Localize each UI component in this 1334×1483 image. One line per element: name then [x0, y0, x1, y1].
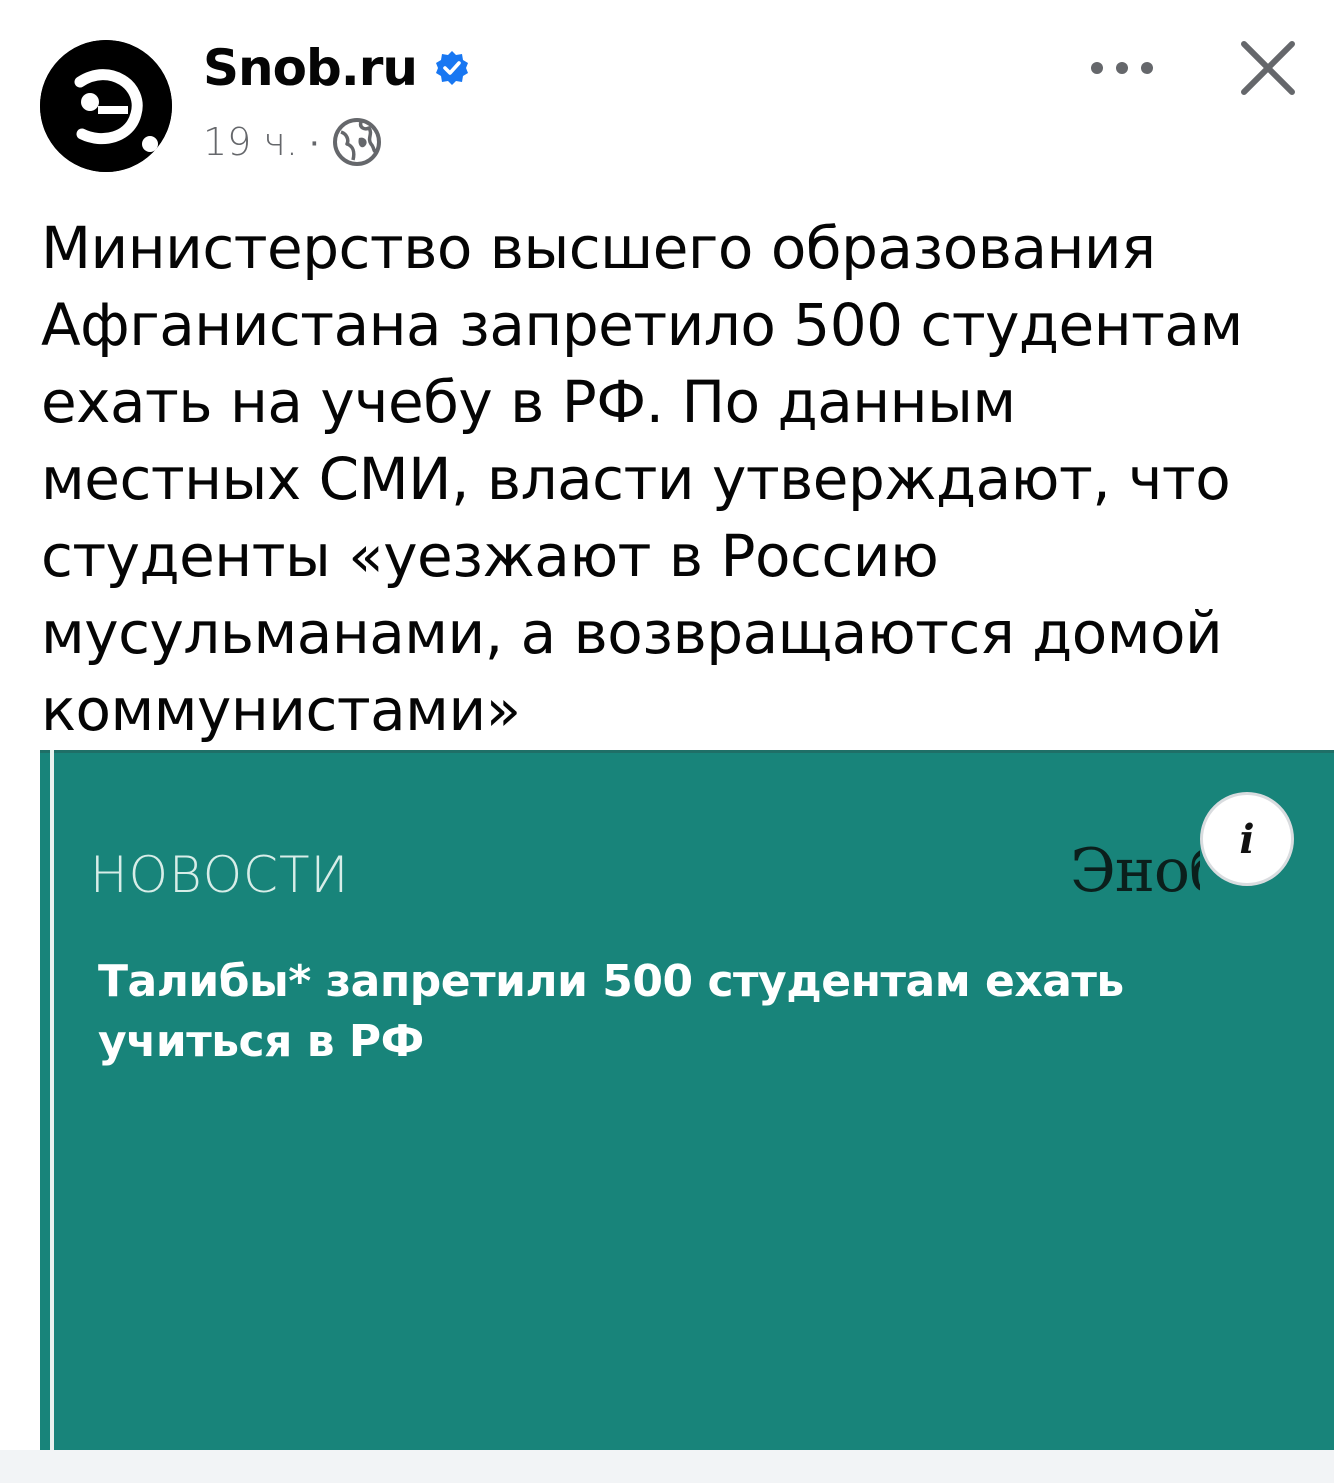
snob-logo-icon: [40, 40, 172, 172]
page-name-row: Snob.ru: [203, 36, 471, 100]
card-top-divider: [40, 750, 1334, 753]
card-section-label: НОВОСТИ: [90, 846, 350, 904]
post-meta: 19 ч. ·: [203, 112, 383, 172]
verified-badge-icon: [436, 51, 468, 85]
meta-separator: ·: [307, 120, 321, 163]
ad-info-button[interactable]: i: [1200, 792, 1294, 886]
close-post-button[interactable]: [1228, 28, 1308, 108]
bottom-strip: [0, 1450, 1334, 1483]
card-headline-line-2: учиться в РФ: [98, 1016, 424, 1067]
globe-icon: [332, 118, 381, 166]
more-options-button[interactable]: [1082, 40, 1162, 96]
post-timestamp[interactable]: 19 ч.: [203, 120, 298, 164]
card-publisher-logo: Эноб: [1070, 836, 1200, 906]
page-name[interactable]: Snob.ru: [203, 36, 418, 100]
link-preview-card[interactable]: НОВОСТИ Эноб Талибы* запретили 500 студе…: [40, 750, 1334, 1450]
post-message: Министерство высшего образования Афганис…: [41, 214, 1243, 744]
close-icon: [1241, 41, 1295, 95]
card-left-divider: [50, 750, 54, 1450]
page-avatar[interactable]: [40, 40, 172, 172]
card-headline-line-1: Талибы* запретили 500 студентам ехать: [98, 956, 1124, 1007]
more-dots-icon: [1091, 62, 1153, 74]
info-icon: i: [1239, 815, 1255, 863]
card-headline: Талибы* запретили 500 студентам ехать уч…: [98, 952, 1218, 1072]
